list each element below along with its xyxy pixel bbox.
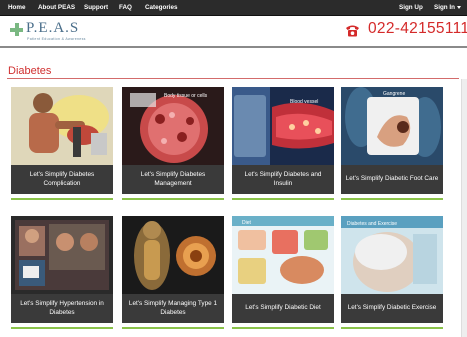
card-underline [11,327,113,329]
video-thumbnail[interactable]: Diabetes and Exercise [341,216,443,294]
video-title[interactable]: Let's Simplify Managing Type 1 Diabetes [122,294,224,323]
phone-number: 022-42155111 [368,20,467,37]
scrollbar[interactable] [461,79,467,337]
video-title[interactable]: Let's Simplify Diabetic Exercise [341,294,443,323]
thumb-label: Gangrene [383,91,405,97]
video-card[interactable]: Let's Simplify Hypertension in Diabetes [11,216,113,329]
top-nav: Home About PEAS Support FAQ Categories S… [0,0,467,16]
thumb-label: Blood vessel [290,99,318,105]
card-underline [122,198,224,200]
nav-support[interactable]: Support [84,0,108,16]
sign-up-link[interactable]: Sign Up [399,0,423,16]
title-divider [7,78,459,79]
thumb-label: Diabetes and Exercise [347,221,397,227]
site-logo[interactable]: P.E.A.S [26,20,79,37]
nav-about[interactable]: About PEAS [38,0,75,16]
nav-categories[interactable]: Categories [145,0,178,16]
video-title[interactable]: Let's Simplify Diabetes Management [122,165,224,194]
chevron-down-icon[interactable] [457,6,461,9]
video-card[interactable]: Blood vessel Let's Simplify Diabetes and… [232,87,334,200]
video-card[interactable]: Let's Simplify Managing Type 1 Diabetes [122,216,224,329]
sign-in-link[interactable]: Sign In [434,0,455,16]
video-thumbnail[interactable]: Gangrene [341,87,443,165]
video-card[interactable]: Gangrene Let's Simplify Diabetic Foot Ca… [341,87,443,200]
video-card[interactable]: Diabetes and Exercise Let's Simplify Dia… [341,216,443,329]
page-title: Diabetes [8,65,52,77]
video-title[interactable]: Let's Simplify Diabetes and Insulin [232,165,334,194]
video-title[interactable]: Let's Simplify Diabetic Foot Care [341,165,443,194]
nav-faq[interactable]: FAQ [119,0,132,16]
card-underline [341,198,443,200]
thumb-label: Body tissue or cells [164,93,208,99]
video-title[interactable]: Let's Simplify Hypertension in Diabetes [11,294,113,323]
video-thumbnail[interactable] [122,216,224,294]
video-card[interactable]: Let's Simplify Diabetes Complication [11,87,113,200]
nav-home[interactable]: Home [8,0,26,16]
video-title[interactable]: Let's Simplify Diabetic Diet [232,294,334,323]
video-thumbnail[interactable]: Diet [232,216,334,294]
card-underline [232,198,334,200]
video-title[interactable]: Let's Simplify Diabetes Complication [11,165,113,194]
video-card[interactable]: Body tissue or cells Let's Simplify Diab… [122,87,224,200]
card-underline [122,327,224,329]
card-underline [11,198,113,200]
video-thumbnail[interactable] [11,87,113,165]
logo-tagline: Patient Education & Awareness [27,37,86,41]
video-thumbnail[interactable]: Blood vessel [232,87,334,165]
medical-cross-icon [10,23,23,36]
phone-icon [346,25,359,37]
card-underline [341,327,443,329]
video-card[interactable]: Diet Let's Simplify Diabetic Diet [232,216,334,329]
card-underline [232,327,334,329]
video-thumbnail[interactable]: Body tissue or cells [122,87,224,165]
thumb-label: Diet [242,220,252,226]
video-thumbnail[interactable] [11,216,113,294]
